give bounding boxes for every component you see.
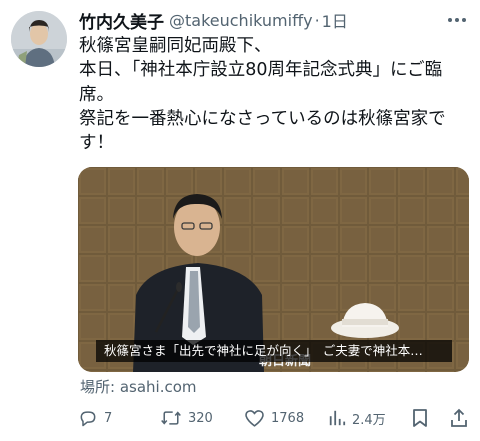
tweet-text-line: 祭記を一番熱心になさっているのは秋篠宮家で bbox=[79, 108, 446, 129]
reply-button[interactable]: 7 bbox=[78, 405, 112, 431]
avatar-image bbox=[11, 11, 67, 67]
tweet-text-line: 秋篠宮皇嗣同妃両殿下、 bbox=[79, 36, 272, 56]
link-card-image[interactable]: 朝日新聞 秋篠宮さま「出先で神社に足が向く」 ご夫妻で神社本… bbox=[78, 167, 469, 372]
avatar[interactable] bbox=[11, 11, 67, 67]
like-count: 1768 bbox=[271, 410, 305, 426]
views-icon bbox=[329, 410, 346, 426]
views-count: 2.4万 bbox=[352, 412, 386, 428]
tweet-header: 竹内久美子 @takeuchikumiffy · 1日 bbox=[79, 6, 480, 34]
timestamp[interactable]: 1日 bbox=[322, 8, 348, 32]
display-name[interactable]: 竹内久美子 bbox=[79, 8, 164, 33]
bookmark-button[interactable] bbox=[412, 405, 428, 431]
link-card-caption: 秋篠宮さま「出先で神社に足が向く」 ご夫妻で神社本… bbox=[96, 340, 452, 362]
tweet-text-line: す！ bbox=[79, 133, 114, 154]
reply-icon bbox=[80, 411, 96, 427]
source-label: 場所: bbox=[80, 378, 116, 396]
bookmark-icon bbox=[413, 409, 427, 427]
tweet-text: 秋篠宮皇嗣同妃両殿下、 本日、「神社本庁設立80周年記念式典」にご臨 席。 祭記… bbox=[79, 34, 469, 155]
like-button[interactable]: 1768 bbox=[244, 405, 304, 431]
separator-dot: · bbox=[314, 10, 320, 30]
reply-count: 7 bbox=[104, 410, 113, 426]
share-icon bbox=[451, 408, 467, 427]
like-icon bbox=[245, 410, 264, 427]
repost-button[interactable]: 320 bbox=[160, 405, 213, 431]
tweet-text-line: 本日、「神社本庁設立80周年記念式典」にご臨 bbox=[79, 60, 443, 81]
more-button[interactable] bbox=[446, 12, 468, 28]
tweet-text-line: 席。 bbox=[79, 84, 114, 105]
more-icon bbox=[448, 18, 466, 22]
link-source[interactable]: 場所: asahi.com bbox=[80, 376, 197, 397]
repost-icon bbox=[161, 411, 181, 425]
share-button[interactable] bbox=[450, 405, 468, 431]
source-domain: asahi.com bbox=[119, 378, 197, 396]
repost-count: 320 bbox=[188, 410, 213, 426]
action-bar: 7 320 1768 2.4万 bbox=[78, 405, 473, 431]
user-handle[interactable]: @takeuchikumiffy bbox=[169, 11, 313, 30]
views-button[interactable]: 2.4万 bbox=[328, 405, 386, 431]
